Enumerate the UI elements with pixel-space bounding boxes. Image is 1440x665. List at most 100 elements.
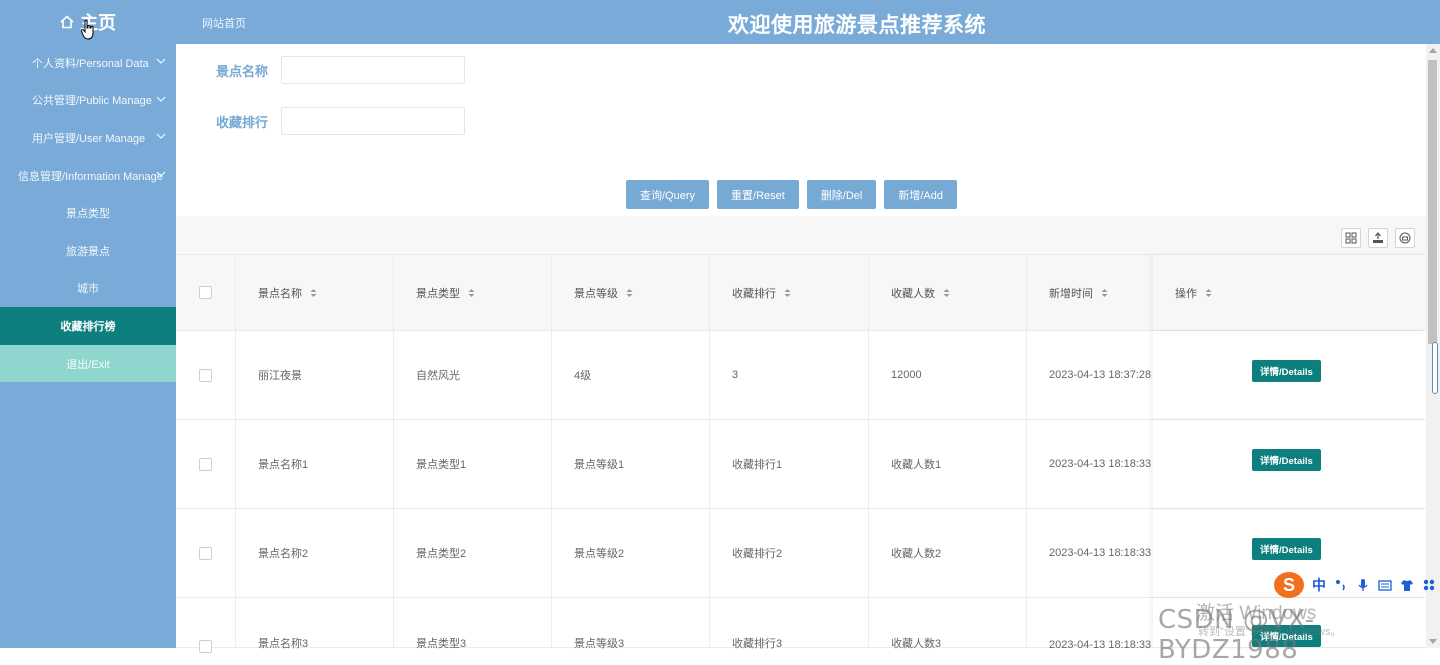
export-icon — [1373, 232, 1383, 243]
sort-icon — [784, 288, 791, 297]
details-button[interactable]: 详情/Details — [1252, 449, 1321, 471]
table-area: 景点名称 景点类型 景点等级 收藏排行 收藏人数 新增时间 操作 丽江夜景 自然… — [176, 216, 1426, 653]
main-content: 景点名称 收藏排行 查询/Query 重置/Reset 删除/Del 新增/Ad… — [176, 44, 1426, 653]
apps-grid-icon[interactable] — [1422, 578, 1436, 592]
columns-button[interactable] — [1341, 228, 1361, 248]
table-row: 景点名称2 景点类型2 景点等级2 收藏排行2 收藏人数2 2023-04-13… — [176, 509, 1426, 598]
details-button[interactable]: 详情/Details — [1252, 360, 1321, 382]
sidebar-item-label: 退出/Exit — [66, 358, 110, 371]
cell-type: 景点类型3 — [394, 598, 552, 650]
column-header[interactable]: 景点等级 — [552, 255, 710, 330]
query-button[interactable]: 查询/Query — [626, 180, 710, 209]
scenic-name-input[interactable] — [281, 56, 465, 84]
delete-button[interactable]: 删除/Del — [806, 180, 877, 209]
cell-text: 景点等级3 — [574, 638, 625, 650]
cell-text: 收藏排行3 — [732, 638, 783, 650]
table-toolbar — [1341, 228, 1415, 248]
site-home-link[interactable]: 网站首页 — [202, 15, 246, 31]
sidebar-item-scenic-type[interactable]: 景点类型 — [0, 194, 176, 232]
row-checkbox[interactable] — [199, 368, 212, 382]
cell-rank: 3 — [710, 331, 869, 419]
sidebar-item-label: 用户管理/User Manage — [32, 132, 146, 145]
select-all-checkbox[interactable] — [199, 286, 212, 299]
sidebar-item-favorites-ranking[interactable]: 收藏排行榜 — [0, 307, 176, 345]
column-header[interactable]: 新增时间 — [1027, 255, 1153, 330]
punctuation-icon[interactable] — [1334, 578, 1348, 592]
sidebar: 个人资料/Personal Data 公共管理/Public Manage 用户… — [0, 44, 176, 648]
page-title: 欢迎使用旅游景点推荐系统 — [728, 14, 986, 37]
column-header[interactable]: 景点名称 — [236, 255, 394, 330]
row-checkbox[interactable] — [199, 640, 212, 653]
cell-time: 2023-04-13 18:18:33 — [1049, 547, 1152, 559]
keyboard-icon[interactable] — [1378, 578, 1392, 592]
shirt-skin-icon[interactable] — [1400, 578, 1414, 592]
sidebar-item-label: 景点类型 — [66, 208, 110, 221]
cell-rank: 收藏排行2 — [710, 509, 869, 597]
print-button[interactable] — [1395, 228, 1415, 248]
cell-type: 自然风光 — [394, 331, 552, 419]
csdn-watermark: CSDN @VX-BYDZ1988 — [1158, 605, 1315, 665]
home-icon — [60, 15, 74, 29]
cell-time: 2023-04-13 18:18:33 — [1049, 458, 1152, 470]
sidebar-item-user-manage[interactable]: 用户管理/User Manage — [0, 119, 176, 157]
chevron-down-icon — [156, 133, 166, 140]
cell-level: 景点等级1 — [552, 420, 710, 508]
column-header[interactable]: 收藏人数 — [869, 255, 1027, 330]
table-row: 景点名称1 景点类型1 景点等级1 收藏排行1 收藏人数1 2023-04-13… — [176, 420, 1426, 509]
top-bar: 主页 网站首页 欢迎使用旅游景点推荐系统 — [0, 0, 1440, 44]
action-buttons: 查询/Query 重置/Reset 删除/Del 新增/Add — [626, 180, 958, 209]
cell-time: 2023-04-13 18:37:28 — [1049, 369, 1152, 381]
details-button[interactable]: 详情/Details — [1252, 538, 1321, 560]
add-button[interactable]: 新增/Add — [884, 180, 958, 209]
sidebar-item-label: 旅游景点 — [66, 245, 110, 258]
cell-level: 景点等级2 — [552, 509, 710, 597]
cell-level: 景点等级3 — [552, 598, 710, 650]
favorite-rank-input[interactable] — [281, 107, 465, 135]
sidebar-item-information-manage[interactable]: 信息管理/Information Manage — [0, 157, 176, 195]
row-checkbox[interactable] — [199, 546, 212, 560]
cell-type: 景点类型2 — [394, 509, 552, 597]
scroll-thumb[interactable] — [1428, 60, 1437, 344]
column-header[interactable]: 操作 — [1153, 255, 1426, 330]
sidebar-item-label: 个人资料/Personal Data — [32, 57, 149, 70]
ranking-table: 景点名称 景点类型 景点等级 收藏排行 收藏人数 新增时间 操作 丽江夜景 自然… — [176, 254, 1426, 653]
table-row: 丽江夜景 自然风光 4级 3 12000 2023-04-13 18:37:28… — [176, 331, 1426, 420]
cell-text: 收藏人数3 — [891, 638, 942, 650]
cell-actions: 详情/Details — [1153, 331, 1426, 419]
sort-icon — [468, 288, 475, 297]
sidebar-item-scenic-spots[interactable]: 旅游景点 — [0, 232, 176, 270]
sidebar-item-personal-data[interactable]: 个人资料/Personal Data — [0, 44, 176, 82]
ime-toolbar: S 中 — [1274, 570, 1436, 600]
column-header-label: 操作 — [1175, 287, 1197, 300]
sort-icon — [1101, 288, 1108, 297]
column-header[interactable]: 收藏排行 — [710, 255, 869, 330]
sort-icon — [626, 288, 633, 297]
microphone-icon[interactable] — [1356, 578, 1370, 592]
export-button[interactable] — [1368, 228, 1388, 248]
column-header-label: 收藏排行 — [732, 287, 776, 300]
select-all-cell — [176, 255, 236, 330]
cell-rank: 收藏排行3 — [710, 598, 869, 650]
sidebar-item-label: 公共管理/Public Manage — [32, 95, 152, 108]
pointer-cursor-icon — [81, 20, 94, 40]
sidebar-item-public-manage[interactable]: 公共管理/Public Manage — [0, 82, 176, 120]
sogou-logo-icon[interactable]: S — [1274, 572, 1304, 598]
ime-language-toggle[interactable]: 中 — [1312, 575, 1326, 595]
favorite-rank-label: 收藏排行 — [216, 114, 269, 130]
row-checkbox[interactable] — [199, 457, 212, 471]
sidebar-item-city[interactable]: 城市 — [0, 270, 176, 308]
sort-icon — [1205, 288, 1212, 297]
scenic-name-label: 景点名称 — [216, 63, 269, 79]
row-select-cell — [176, 509, 236, 597]
column-header[interactable]: 景点类型 — [394, 255, 552, 330]
sidebar-item-exit[interactable]: 退出/Exit — [0, 344, 176, 383]
search-rank-row: 收藏排行 — [216, 107, 465, 135]
cell-name: 景点名称1 — [236, 420, 394, 508]
reset-button[interactable]: 重置/Reset — [717, 180, 799, 209]
cell-rank: 收藏排行1 — [710, 420, 869, 508]
search-name-row: 景点名称 — [216, 56, 465, 84]
cell-level: 4级 — [552, 331, 710, 419]
grid-columns-icon — [1345, 232, 1357, 244]
side-slider-handle[interactable] — [1432, 342, 1438, 394]
scroll-up-arrow-icon[interactable] — [1429, 48, 1437, 53]
